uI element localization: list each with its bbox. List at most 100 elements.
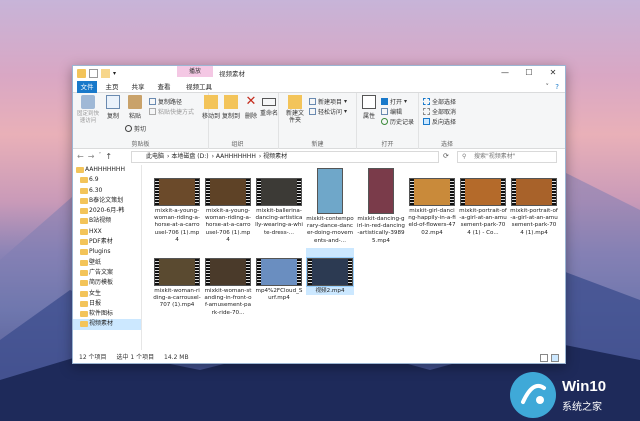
sidebar-item[interactable]: 日报: [73, 299, 141, 309]
forward-icon[interactable]: →: [88, 152, 95, 161]
sidebar-item[interactable]: B泰论文策划: [73, 196, 141, 206]
video-thumbnail: [205, 178, 251, 206]
selected-size: 14.2 MB: [164, 354, 189, 361]
tab-share[interactable]: 共享: [127, 81, 149, 93]
address-bar[interactable]: 此电脑 › 本地磁盘 (D:) › AAHHHHHHH › 视频素材: [131, 151, 439, 163]
file-item[interactable]: mixkit-portrait-of-a-girl-at-an-amusemen…: [459, 168, 507, 237]
sidebar-item[interactable]: 6.9: [73, 175, 141, 185]
item-count: 12 个项目: [79, 354, 107, 361]
breadcrumb-video-material[interactable]: 视频素材: [263, 153, 287, 160]
video-thumbnail: [154, 178, 200, 206]
tab-home[interactable]: 主页: [101, 81, 123, 93]
chevron-down-icon[interactable]: ˅: [98, 152, 101, 161]
help-icon[interactable]: ?: [555, 83, 559, 91]
new-group: 新建文件夹 新建项目 ▾ 轻松访问 ▾ 新建: [279, 93, 357, 149]
details-view-icon[interactable]: [540, 354, 548, 362]
breadcrumb-aahhh[interactable]: AAHHHHHHH: [216, 153, 256, 160]
properties-button[interactable]: 属性: [359, 95, 379, 120]
film-strip: [195, 259, 199, 285]
video-thumbnail: [306, 257, 354, 287]
sidebar-item-label: 2020-6月-韩: [89, 207, 125, 215]
select-none-button[interactable]: 全部取消: [423, 107, 456, 116]
sidebar-item[interactable]: AAHHHHHHH: [73, 165, 141, 175]
file-item[interactable]: mixkit-ballerina-dancing-artistically-we…: [255, 168, 303, 237]
up-icon[interactable]: ↑: [105, 152, 112, 161]
context-tab-play: 播放: [177, 66, 213, 77]
file-item[interactable]: mixkit-dancing-girl-in-red-dancing-artis…: [357, 168, 405, 245]
open-button[interactable]: 打开 ▾: [381, 97, 407, 106]
new-folder-button[interactable]: 新建文件夹: [285, 95, 305, 124]
sidebar-item-label: 6.30: [89, 186, 103, 194]
file-item[interactable]: mixkit-contemporary-dance-dancer-doing-m…: [306, 168, 354, 245]
file-item[interactable]: mixkit-a-young-woman-riding-a-horse-at-a…: [204, 168, 252, 244]
paste-button[interactable]: 粘贴: [125, 95, 145, 120]
sidebar-item[interactable]: 视频素材: [73, 319, 141, 330]
pin-quick-access-button[interactable]: 固定到快速访问: [75, 95, 101, 124]
easy-access-button[interactable]: 轻松访问 ▾: [309, 107, 347, 116]
sidebar-item-label: 软件图标: [89, 310, 114, 318]
file-item[interactable]: mp4%2FCloud_Surf.mp4: [255, 248, 303, 302]
maximize-button[interactable]: ☐: [517, 66, 541, 80]
new-item-button[interactable]: 新建项目 ▾: [309, 97, 347, 106]
chevron-down-icon: ▾: [404, 98, 408, 105]
folder-icon: [80, 249, 88, 256]
file-item[interactable]: mixkit-woman-riding-a-carrousel-707 (1).…: [153, 248, 201, 310]
clipboard-group: 固定到快速访问 复制 粘贴 复制路径 粘贴快捷方式 剪切 剪贴板: [73, 93, 209, 149]
new-folder-icon[interactable]: [101, 69, 110, 78]
file-name: 视频2.mp4: [315, 288, 345, 294]
close-button[interactable]: ✕: [541, 66, 565, 80]
tab-file[interactable]: 文件: [77, 81, 97, 93]
sidebar-item[interactable]: 壁纸: [73, 258, 141, 268]
video-thumbnail: [256, 178, 302, 206]
sidebar-item[interactable]: 2020-6月-韩: [73, 206, 141, 216]
large-icons-view-icon[interactable]: [551, 354, 559, 362]
chevron-down-icon[interactable]: ▾: [113, 69, 122, 78]
tab-view[interactable]: 查看: [153, 81, 175, 93]
sidebar-item[interactable]: 女生: [73, 289, 141, 299]
film-strip: [246, 179, 250, 205]
copy-button[interactable]: 复制: [103, 95, 123, 120]
breadcrumb-this-pc[interactable]: 此电脑: [146, 153, 164, 160]
refresh-icon[interactable]: ⟳: [443, 152, 449, 160]
sidebar-item[interactable]: Plugins: [73, 247, 141, 257]
tab-video-tools[interactable]: 视频工具: [179, 81, 219, 93]
sidebar-item-label: PDF素材: [89, 238, 113, 246]
file-item[interactable]: mixkit-a-young-woman-riding-a-horse-at-a…: [153, 168, 201, 244]
copy-to-button[interactable]: 复制到: [221, 95, 241, 120]
pane-splitter[interactable]: [141, 165, 142, 350]
copy-path-button[interactable]: 复制路径: [149, 97, 182, 106]
properties-icon[interactable]: [89, 69, 98, 78]
back-icon[interactable]: ←: [77, 152, 84, 161]
sidebar-item[interactable]: 6.30: [73, 186, 141, 196]
sidebar-item[interactable]: HXX: [73, 227, 141, 237]
sidebar-item-label: 壁纸: [89, 258, 102, 266]
rename-button[interactable]: 重命名: [259, 95, 279, 117]
delete-button[interactable]: ✕ 删除: [241, 95, 261, 121]
move-to-button[interactable]: 移动到: [201, 95, 221, 120]
search-input[interactable]: ⚲ 搜索"视频素材": [457, 151, 557, 163]
sidebar-item[interactable]: 简历模板: [73, 278, 141, 288]
sidebar-item[interactable]: B站视频: [73, 216, 141, 226]
paste-shortcut-button[interactable]: 粘贴快捷方式: [149, 107, 194, 116]
film-strip: [501, 179, 505, 205]
sidebar-item[interactable]: 软件图标: [73, 309, 141, 319]
cut-button[interactable]: 剪切: [125, 124, 146, 133]
folder-icon: [80, 321, 88, 328]
minimize-button[interactable]: —: [493, 66, 517, 80]
sidebar-item-label: B泰论文策划: [89, 196, 124, 204]
sidebar-item-label: 6.9: [89, 176, 99, 184]
file-item[interactable]: mixkit-portrait-of-a-girl-at-an-amusemen…: [510, 168, 558, 237]
file-item[interactable]: 视频2.mp4: [306, 248, 354, 296]
invert-selection-button[interactable]: 反向选择: [423, 117, 456, 126]
sidebar-item[interactable]: 广告文案: [73, 268, 141, 278]
file-item[interactable]: mixkit-girl-dancing-happily-in-a-field-o…: [408, 168, 456, 237]
history-button[interactable]: 历史记录: [381, 117, 414, 126]
select-group-label: 选择: [440, 141, 453, 148]
sidebar-item[interactable]: PDF素材: [73, 237, 141, 247]
select-all-button[interactable]: 全部选择: [423, 97, 456, 106]
chevron-down-icon[interactable]: ˅: [546, 83, 550, 91]
breadcrumb-local-disk[interactable]: 本地磁盘 (D:): [171, 153, 208, 160]
file-item[interactable]: mixkit-woman-standing-in-front-of-amusem…: [204, 248, 252, 317]
edit-button[interactable]: 编辑: [381, 107, 402, 116]
file-name: mixkit-dancing-girl-in-red-dancing-artis…: [357, 216, 405, 244]
